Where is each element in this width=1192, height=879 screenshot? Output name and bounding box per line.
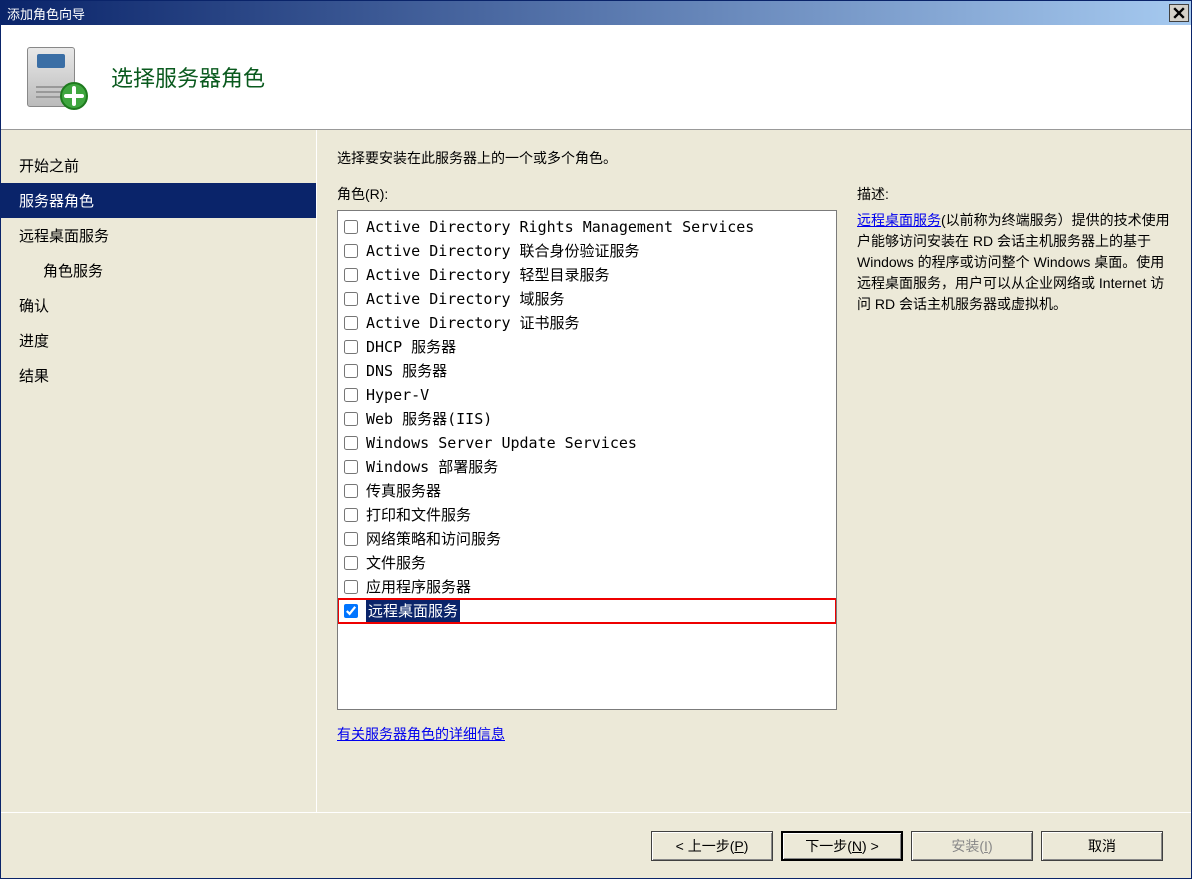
wizard-footer: < 上一步(P) 下一步(N) > 安装(I) 取消: [1, 812, 1191, 878]
role-checkbox-3[interactable]: [344, 292, 358, 306]
role-label-4: Active Directory 证书服务: [366, 312, 580, 334]
wizard-header: 选择服务器角色: [1, 25, 1191, 130]
role-label-2: Active Directory 轻型目录服务: [366, 264, 610, 286]
role-row-9[interactable]: Windows Server Update Services: [338, 431, 836, 455]
sidebar-item-4[interactable]: 确认: [1, 288, 316, 323]
more-info-link[interactable]: 有关服务器角色的详细信息: [337, 726, 505, 742]
role-label-15: 应用程序服务器: [366, 576, 471, 598]
sidebar-item-0[interactable]: 开始之前: [1, 148, 316, 183]
sidebar: 开始之前服务器角色远程桌面服务角色服务确认进度结果: [1, 130, 317, 812]
sidebar-item-5[interactable]: 进度: [1, 323, 316, 358]
role-checkbox-10[interactable]: [344, 460, 358, 474]
role-row-15[interactable]: 应用程序服务器: [338, 575, 836, 599]
role-row-4[interactable]: Active Directory 证书服务: [338, 311, 836, 335]
role-label-0: Active Directory Rights Management Servi…: [366, 216, 754, 238]
role-label-14: 文件服务: [366, 552, 426, 574]
role-label-16: 远程桌面服务: [366, 600, 460, 622]
page-title: 选择服务器角色: [111, 61, 265, 93]
roles-column: 角色(R): Active Directory Rights Managemen…: [337, 184, 837, 812]
role-label-10: Windows 部署服务: [366, 456, 498, 478]
role-checkbox-14[interactable]: [344, 556, 358, 570]
description-text: 远程桌面服务(以前称为终端服务）提供的技术使用户能够访问安装在 RD 会话主机服…: [857, 210, 1171, 315]
instruction-text: 选择要安装在此服务器上的一个或多个角色。: [337, 148, 1171, 168]
sidebar-item-6[interactable]: 结果: [1, 358, 316, 393]
role-label-13: 网络策略和访问服务: [366, 528, 501, 550]
role-row-5[interactable]: DHCP 服务器: [338, 335, 836, 359]
role-row-13[interactable]: 网络策略和访问服务: [338, 527, 836, 551]
plus-icon: [59, 81, 89, 111]
role-row-3[interactable]: Active Directory 域服务: [338, 287, 836, 311]
role-checkbox-2[interactable]: [344, 268, 358, 282]
window-title: 添加角色向导: [7, 4, 1169, 23]
role-label-9: Windows Server Update Services: [366, 432, 637, 454]
wizard-window: 添加角色向导 选择服务器角色 开始之前服务器角色远程桌面服务角色服务确认进度结果…: [0, 0, 1192, 879]
role-checkbox-7[interactable]: [344, 388, 358, 402]
role-row-12[interactable]: 打印和文件服务: [338, 503, 836, 527]
role-row-6[interactable]: DNS 服务器: [338, 359, 836, 383]
role-checkbox-5[interactable]: [344, 340, 358, 354]
role-label-12: 打印和文件服务: [366, 504, 471, 526]
role-checkbox-16[interactable]: [344, 604, 358, 618]
role-row-16[interactable]: 远程桌面服务: [338, 599, 836, 623]
role-checkbox-11[interactable]: [344, 484, 358, 498]
header-icon: [21, 41, 93, 113]
role-row-14[interactable]: 文件服务: [338, 551, 836, 575]
columns: 角色(R): Active Directory Rights Managemen…: [337, 184, 1171, 812]
role-label-7: Hyper-V: [366, 384, 429, 406]
role-checkbox-6[interactable]: [344, 364, 358, 378]
role-checkbox-8[interactable]: [344, 412, 358, 426]
role-label-11: 传真服务器: [366, 480, 441, 502]
prev-button[interactable]: < 上一步(P): [651, 831, 773, 861]
role-row-2[interactable]: Active Directory 轻型目录服务: [338, 263, 836, 287]
role-row-11[interactable]: 传真服务器: [338, 479, 836, 503]
role-label-6: DNS 服务器: [366, 360, 447, 382]
next-button[interactable]: 下一步(N) >: [781, 831, 903, 861]
install-button: 安装(I): [911, 831, 1033, 861]
role-checkbox-0[interactable]: [344, 220, 358, 234]
role-label-8: Web 服务器(IIS): [366, 408, 492, 430]
wizard-body: 开始之前服务器角色远程桌面服务角色服务确认进度结果 选择要安装在此服务器上的一个…: [1, 130, 1191, 812]
description-column: 描述: 远程桌面服务(以前称为终端服务）提供的技术使用户能够访问安装在 RD 会…: [857, 184, 1171, 812]
role-row-8[interactable]: Web 服务器(IIS): [338, 407, 836, 431]
roles-label: 角色(R):: [337, 184, 837, 204]
titlebar: 添加角色向导: [1, 1, 1191, 25]
role-row-7[interactable]: Hyper-V: [338, 383, 836, 407]
sidebar-item-2[interactable]: 远程桌面服务: [1, 218, 316, 253]
more-info-wrapper: 有关服务器角色的详细信息: [337, 724, 837, 744]
cancel-button[interactable]: 取消: [1041, 831, 1163, 861]
close-icon: [1173, 7, 1185, 19]
description-link[interactable]: 远程桌面服务: [857, 212, 941, 228]
role-checkbox-9[interactable]: [344, 436, 358, 450]
role-label-3: Active Directory 域服务: [366, 288, 565, 310]
sidebar-item-3[interactable]: 角色服务: [1, 253, 316, 288]
role-label-5: DHCP 服务器: [366, 336, 456, 358]
role-label-1: Active Directory 联合身份验证服务: [366, 240, 640, 262]
main-panel: 选择要安装在此服务器上的一个或多个角色。 角色(R): Active Direc…: [317, 130, 1191, 812]
description-label: 描述:: [857, 184, 1171, 204]
role-checkbox-1[interactable]: [344, 244, 358, 258]
role-row-10[interactable]: Windows 部署服务: [338, 455, 836, 479]
role-row-1[interactable]: Active Directory 联合身份验证服务: [338, 239, 836, 263]
sidebar-item-1[interactable]: 服务器角色: [1, 183, 316, 218]
roles-listbox[interactable]: Active Directory Rights Management Servi…: [337, 210, 837, 710]
close-button[interactable]: [1169, 4, 1189, 22]
role-checkbox-4[interactable]: [344, 316, 358, 330]
role-checkbox-12[interactable]: [344, 508, 358, 522]
role-row-0[interactable]: Active Directory Rights Management Servi…: [338, 215, 836, 239]
role-checkbox-13[interactable]: [344, 532, 358, 546]
role-checkbox-15[interactable]: [344, 580, 358, 594]
